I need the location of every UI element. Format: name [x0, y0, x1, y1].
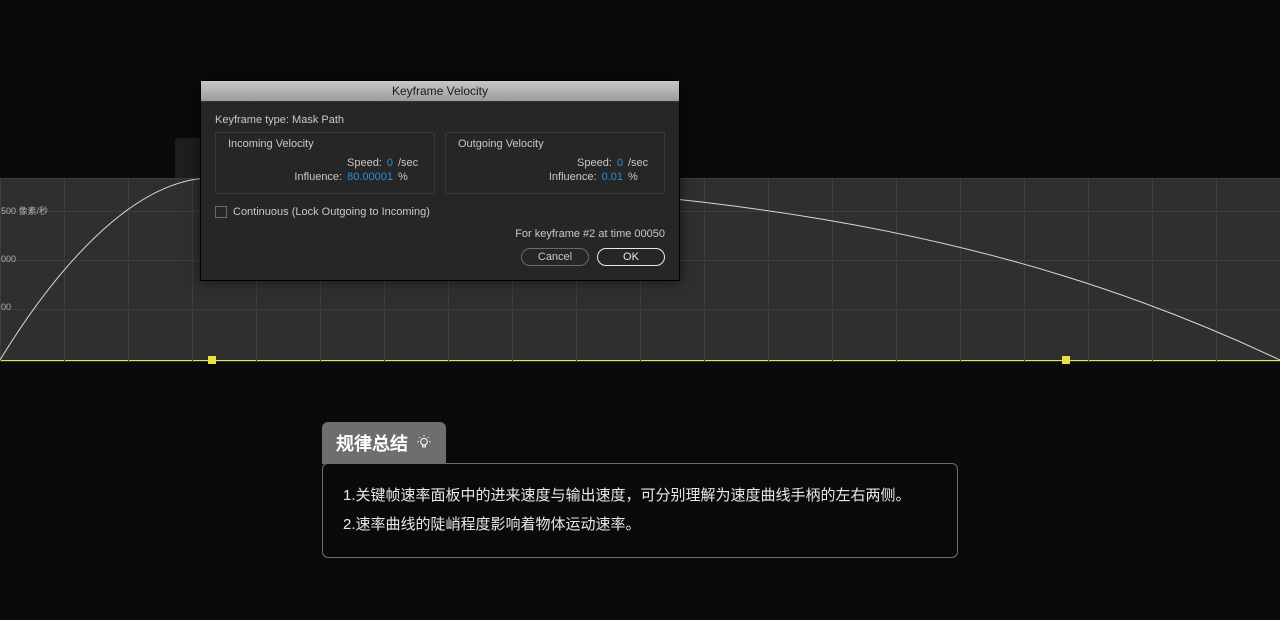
incoming-speed-unit: /sec — [398, 157, 424, 169]
outgoing-title: Outgoing Velocity — [456, 138, 546, 150]
incoming-title: Incoming Velocity — [226, 138, 316, 150]
incoming-influence-label: Influence: — [294, 171, 342, 183]
summary-line-2: 2.速率曲线的陡峭程度影响着物体运动速率。 — [343, 511, 937, 540]
keyframe-velocity-dialog: Keyframe Velocity Keyframe type: Mask Pa… — [200, 80, 680, 281]
outgoing-speed-unit: /sec — [628, 157, 654, 169]
outgoing-velocity-group: Outgoing Velocity Speed: 0 /sec Influenc… — [445, 132, 665, 194]
summary-line-1: 1.关键帧速率面板中的进来速度与输出速度，可分别理解为速度曲线手柄的左右两侧。 — [343, 482, 937, 511]
summary-box: 1.关键帧速率面板中的进来速度与输出速度，可分别理解为速度曲线手柄的左右两侧。 … — [322, 463, 958, 558]
keyframe-handle-2[interactable] — [1062, 356, 1070, 364]
continuous-checkbox[interactable] — [215, 206, 227, 218]
outgoing-influence-label: Influence: — [549, 171, 597, 183]
keyframe-type: Keyframe type: Mask Path — [215, 114, 665, 126]
keyframe-info: For keyframe #2 at time 00050 — [215, 228, 665, 240]
summary-section: 规律总结 1.关键帧速率面板中的进来速度与输出速度，可分别理解为速度曲线手柄的左… — [322, 422, 958, 558]
summary-pill-label: 规律总结 — [336, 430, 408, 456]
keyframe-type-label: Keyframe type: — [215, 114, 289, 126]
incoming-speed-label: Speed: — [347, 157, 382, 169]
lightbulb-icon — [416, 435, 432, 451]
keyframe-handle-1[interactable] — [208, 356, 216, 364]
dialog-title: Keyframe Velocity — [201, 81, 679, 102]
keyframe-type-value: Mask Path — [292, 114, 344, 126]
continuous-label: Continuous (Lock Outgoing to Incoming) — [233, 206, 430, 218]
cancel-button[interactable]: Cancel — [521, 248, 589, 266]
ok-button[interactable]: OK — [597, 248, 665, 266]
outgoing-influence-value[interactable]: 0.01 — [602, 171, 623, 183]
outgoing-speed-label: Speed: — [577, 157, 612, 169]
summary-pill: 规律总结 — [322, 422, 446, 464]
incoming-influence-value[interactable]: 80.00001 — [347, 171, 393, 183]
incoming-speed-value[interactable]: 0 — [387, 157, 393, 169]
outgoing-speed-value[interactable]: 0 — [617, 157, 623, 169]
incoming-velocity-group: Incoming Velocity Speed: 0 /sec Influenc… — [215, 132, 435, 194]
outgoing-influence-unit: % — [628, 171, 654, 183]
incoming-influence-unit: % — [398, 171, 424, 183]
